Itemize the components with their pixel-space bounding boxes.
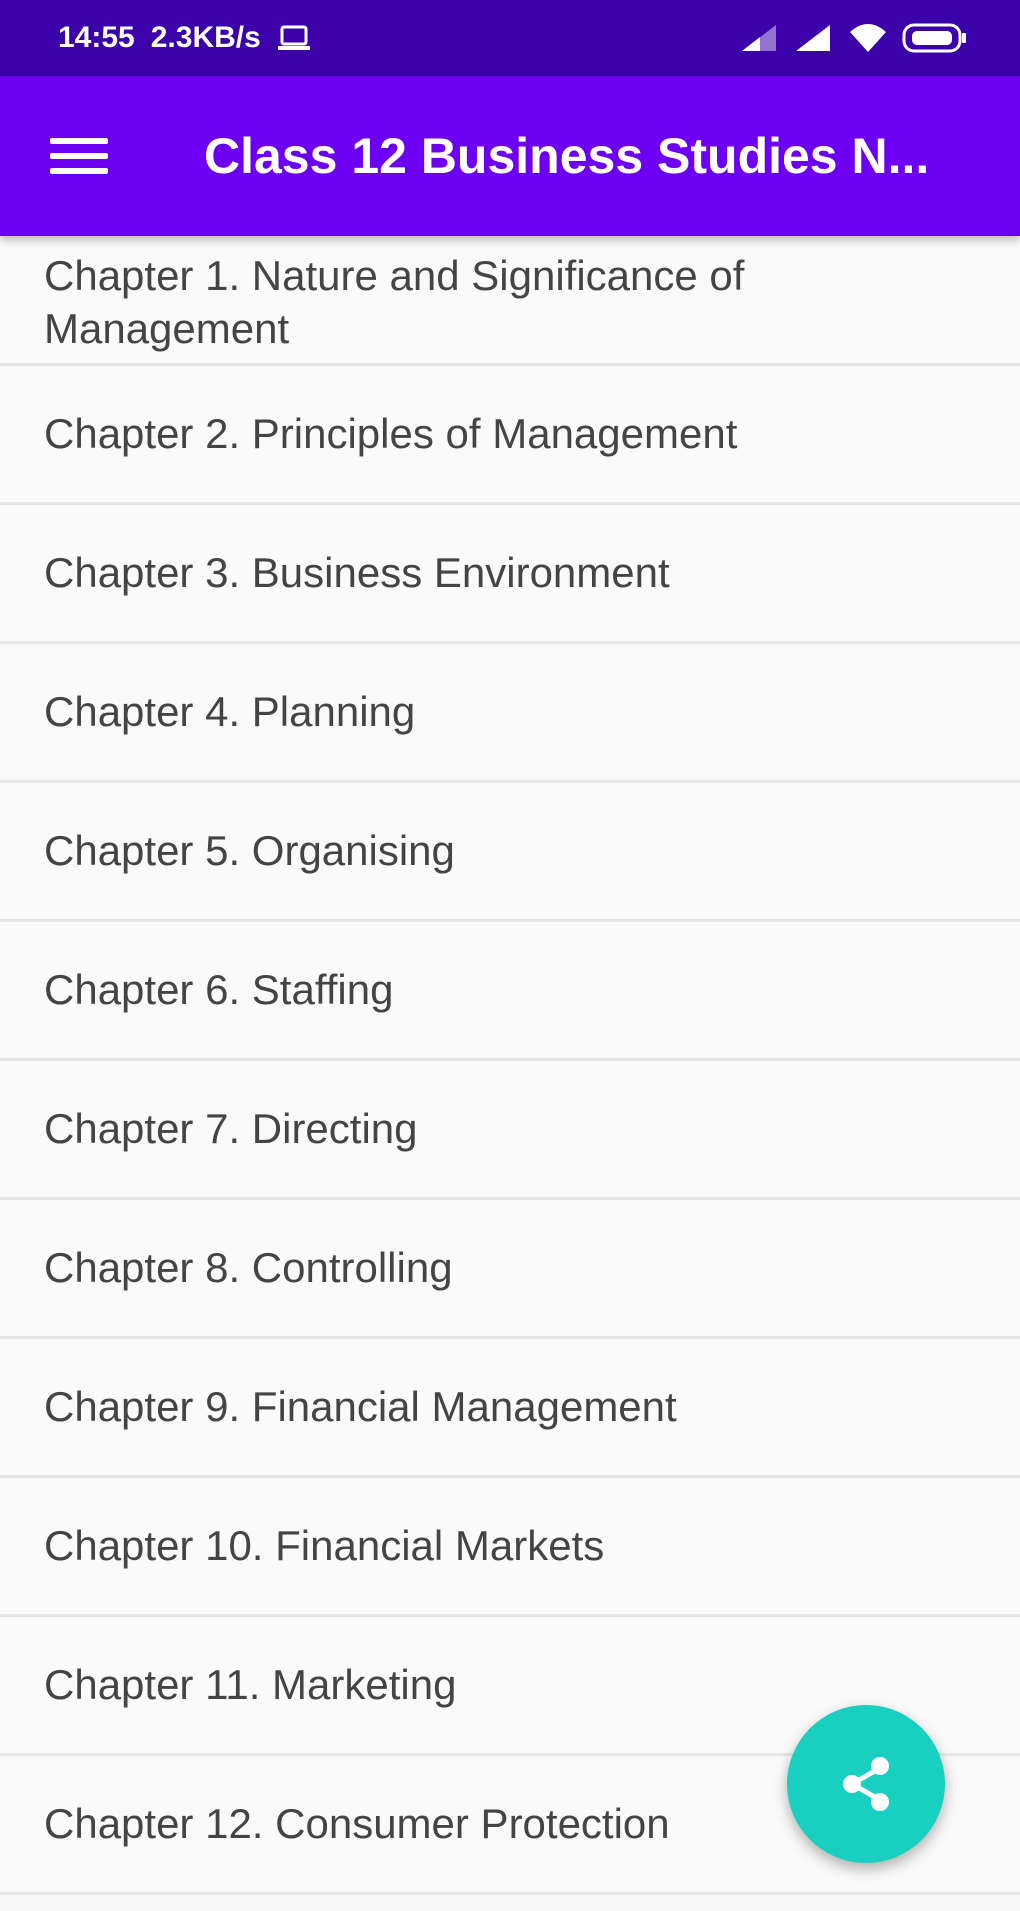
status-network-speed: 2.3KB/s [150, 21, 261, 54]
status-time: 14:55 [58, 21, 135, 54]
list-item-chapter-8[interactable]: Chapter 8. Controlling [0, 1200, 1020, 1339]
list-item-chapter-2[interactable]: Chapter 2. Principles of Management [0, 366, 1020, 505]
laptop-icon [277, 25, 310, 50]
share-button[interactable] [787, 1705, 945, 1863]
list-item-chapter-5[interactable]: Chapter 5. Organising [0, 783, 1020, 922]
status-left: 14:55 2.3KB/s [58, 21, 311, 55]
share-icon [843, 1757, 889, 1811]
status-bar: 14:55 2.3KB/s [0, 0, 1020, 76]
list-item-chapter-7[interactable]: Chapter 7. Directing [0, 1061, 1020, 1200]
signal-icon [742, 25, 776, 51]
app-bar: Class 12 Business Studies N... [0, 76, 1020, 236]
list-item-chapter-4[interactable]: Chapter 4. Planning [0, 644, 1020, 783]
wifi-icon [850, 24, 886, 52]
list-item-chapter-1[interactable]: Chapter 1. Nature and Significance of Ma… [0, 236, 1020, 366]
list-item-chapter-10[interactable]: Chapter 10. Financial Markets [0, 1478, 1020, 1617]
list-item-chapter-6[interactable]: Chapter 6. Staffing [0, 922, 1020, 1061]
signal-icon-2 [796, 25, 830, 51]
hamburger-menu-icon[interactable] [50, 132, 108, 180]
battery-icon [902, 23, 966, 53]
chapter-list: Chapter 1. Nature and Significance of Ma… [0, 236, 1020, 1895]
status-right [740, 22, 968, 54]
list-item-chapter-9[interactable]: Chapter 9. Financial Management [0, 1339, 1020, 1478]
page-title: Class 12 Business Studies N... [204, 128, 930, 184]
list-item-chapter-3[interactable]: Chapter 3. Business Environment [0, 505, 1020, 644]
